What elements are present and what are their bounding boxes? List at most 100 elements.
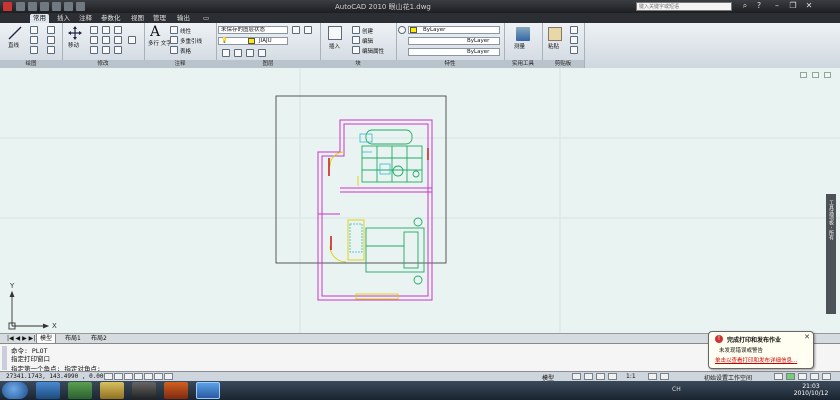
edit-label[interactable]: 编辑 [362, 37, 373, 45]
insert-button-label[interactable]: 插入 [329, 42, 340, 50]
tab-annotate[interactable]: 注释 [76, 14, 95, 23]
ortho-toggle[interactable] [124, 373, 133, 380]
hatch-icon[interactable] [47, 36, 55, 44]
edit-attributes-label[interactable]: 编辑属性 [362, 47, 384, 55]
polyline-icon[interactable] [30, 26, 38, 34]
edit-attributes-icon[interactable] [352, 46, 360, 54]
mtext-button-label[interactable]: 多行 文字 [148, 41, 172, 47]
paste-icon[interactable] [548, 27, 562, 41]
move-icon[interactable] [68, 26, 82, 40]
minimize-button[interactable]: – [770, 1, 784, 11]
layer-freeze-icon[interactable] [234, 49, 242, 57]
linear-label[interactable]: 线性 [180, 27, 191, 35]
edit-block-icon[interactable] [352, 36, 360, 44]
lightbulb-icon[interactable]: 💡 [221, 38, 228, 44]
measure-icon[interactable] [516, 27, 530, 41]
new-icon[interactable] [16, 2, 25, 11]
array-icon[interactable] [114, 46, 122, 54]
tab-insert[interactable]: 插入 [54, 14, 73, 23]
isolate-objects-icon[interactable] [798, 373, 807, 380]
osnap-toggle[interactable] [144, 373, 153, 380]
close-button[interactable]: ✕ [802, 1, 816, 11]
app-icon[interactable] [132, 382, 156, 399]
tab-home[interactable]: 常用 [30, 14, 49, 23]
layer-isolate-icon[interactable] [304, 26, 312, 34]
layer-match-icon[interactable] [222, 49, 230, 57]
close-icon[interactable]: ✕ [804, 333, 810, 341]
tab-output[interactable]: 输出 [174, 14, 193, 23]
multileader-icon[interactable] [170, 36, 178, 44]
tab-parametric[interactable]: 参数化 [98, 14, 124, 23]
layer-properties-icon[interactable] [292, 26, 300, 34]
line-icon[interactable] [8, 26, 22, 40]
panel-utilities-title[interactable]: 实用工具 [504, 60, 542, 68]
command-grip[interactable] [2, 346, 7, 370]
tab-layout2[interactable]: 布局2 [88, 334, 110, 343]
auto-scale-icon[interactable] [660, 373, 669, 380]
redo-icon[interactable] [64, 2, 73, 11]
help-icon[interactable]: ? [752, 1, 766, 11]
quickview-layouts-icon[interactable] [572, 373, 581, 380]
mirror-icon[interactable] [102, 36, 110, 44]
start-button[interactable] [2, 382, 28, 399]
coordinates-readout[interactable]: 27341.1743, 143.4990 , 0.0000 [6, 373, 111, 380]
trim-icon[interactable] [102, 26, 110, 34]
polar-toggle[interactable] [134, 373, 143, 380]
layer-state-dropdown[interactable]: 未保存的图层状态 [218, 26, 288, 34]
quickview-drawings-icon[interactable] [584, 373, 593, 380]
stretch-icon[interactable] [90, 46, 98, 54]
create-block-icon[interactable] [352, 26, 360, 34]
media-icon[interactable] [68, 382, 92, 399]
insert-block-icon[interactable] [328, 26, 342, 40]
autocad-task-icon[interactable] [196, 382, 220, 399]
viewport-close-icon[interactable] [824, 72, 831, 78]
otrack-toggle[interactable] [154, 373, 163, 380]
hardware-acceleration-icon[interactable] [810, 373, 819, 380]
photoshop-icon[interactable] [164, 382, 188, 399]
clean-screen-icon[interactable] [822, 373, 831, 380]
ribbon-minimize-icon[interactable]: ▭ [200, 14, 212, 23]
line-button-label[interactable]: 直线 [8, 41, 19, 49]
copy-clip-icon[interactable] [570, 36, 578, 44]
circle-icon[interactable] [30, 36, 38, 44]
layer-off-icon[interactable] [258, 49, 266, 57]
panel-block-title[interactable]: 块 [320, 60, 396, 68]
open-icon[interactable] [28, 2, 37, 11]
arc-icon[interactable] [30, 46, 38, 54]
zoom-icon[interactable] [608, 373, 617, 380]
tab-view[interactable]: 视图 [128, 14, 147, 23]
balloon-details-link[interactable]: 单击以查看打印和发布详细信息... [715, 356, 797, 364]
snap-toggle[interactable] [104, 373, 113, 380]
rotate-icon[interactable] [90, 26, 98, 34]
tray-settings-icon[interactable] [786, 373, 795, 380]
tab-manage[interactable]: 管理 [150, 14, 169, 23]
panel-layers-title[interactable]: 图层 [216, 60, 320, 68]
restore-button[interactable]: ❐ [786, 1, 800, 11]
ellipse-icon[interactable] [47, 46, 55, 54]
table-icon[interactable] [170, 46, 178, 54]
rectangle-icon[interactable] [47, 26, 55, 34]
clock[interactable]: 21:03 2010/10/12 [786, 383, 836, 397]
mtext-icon[interactable]: A [150, 25, 164, 39]
drawing-svg[interactable] [0, 68, 840, 333]
panel-modify-title[interactable]: 修改 [62, 60, 144, 68]
copy-icon[interactable] [90, 36, 98, 44]
tool-palette-strip[interactable]: 工具选项板 - 所有 [826, 194, 836, 314]
scale-icon[interactable] [102, 46, 110, 54]
color-dropdown[interactable]: ByLayer [408, 26, 500, 34]
language-indicator[interactable]: CH [672, 386, 681, 393]
viewport-max-icon[interactable] [812, 72, 819, 78]
multileader-label[interactable]: 多重引线 [180, 37, 202, 45]
tab-nav-icon[interactable]: |◀ ◀ ▶ ▶| [4, 334, 38, 343]
drawing-canvas[interactable]: Y X 工具选项板 - 所有 [0, 68, 840, 333]
paste-label[interactable]: 粘贴 [548, 42, 559, 50]
measure-label[interactable]: 测量 [514, 42, 525, 50]
table-label[interactable]: 表格 [180, 47, 191, 55]
app-menu-button[interactable] [3, 2, 12, 11]
offset-icon[interactable] [128, 36, 136, 44]
linetype-dropdown[interactable]: ByLayer [408, 37, 500, 45]
plot-notification-balloon[interactable]: ! 完成打印和发布作业 未发现错误或警告 单击以查看打印和发布详细信息... ✕ [708, 331, 814, 369]
lineweight-dropdown[interactable]: ByLayer [408, 48, 500, 56]
cut-icon[interactable] [570, 26, 578, 34]
panel-clipboard-title[interactable]: 剪贴板 [542, 60, 584, 68]
